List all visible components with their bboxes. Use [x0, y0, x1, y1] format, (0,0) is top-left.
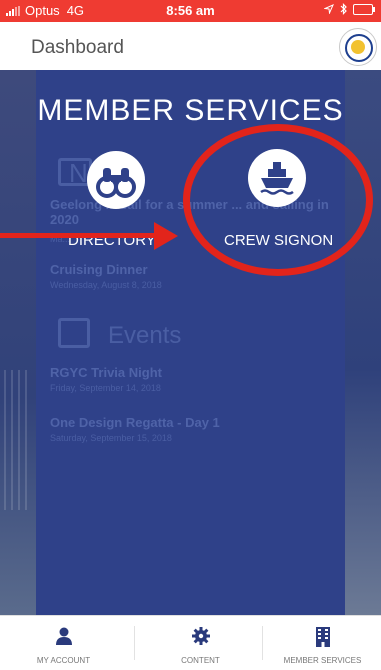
event-title[interactable]: RGYC Trivia Night	[50, 365, 162, 380]
tab-label: CONTENT	[181, 656, 220, 665]
tab-member-services[interactable]: MEMBER SERVICES	[264, 616, 381, 670]
building-icon	[315, 627, 330, 647]
event-date: Saturday, September 15, 2018	[50, 433, 172, 443]
tab-bar: MY ACCOUNT CONTENT MEMBER SERVICES	[0, 615, 381, 670]
tab-label: MEMBER SERVICES	[283, 656, 362, 665]
news-item-date: Wednesday, August 8, 2018	[50, 280, 162, 290]
calendar-icon	[58, 318, 90, 348]
page-title: Dashboard	[31, 37, 124, 58]
binoculars-icon	[96, 168, 136, 198]
directory-button[interactable]	[87, 151, 145, 209]
annotation-arrow-shaft	[0, 233, 158, 238]
status-bar: Optus 4G 8:56 am	[0, 0, 381, 22]
tab-content[interactable]: CONTENT	[137, 616, 264, 670]
news-item-title[interactable]: Cruising Dinner	[50, 262, 148, 277]
bluetooth-icon	[340, 3, 347, 15]
event-date: Friday, September 14, 2018	[50, 383, 161, 393]
person-icon	[55, 627, 72, 645]
battery-icon	[353, 3, 375, 15]
tab-label: MY ACCOUNT	[36, 656, 91, 665]
location-icon	[324, 4, 334, 14]
tab-my-account[interactable]: MY ACCOUNT	[0, 616, 127, 670]
event-title[interactable]: One Design Regatta - Day 1	[50, 415, 220, 430]
events-header: Events	[108, 322, 182, 349]
member-services-title: MEMBER SERVICES	[37, 94, 344, 127]
highlight-ring	[183, 124, 373, 276]
gear-icon	[191, 627, 210, 645]
yacht-club-crest-icon[interactable]	[339, 28, 377, 66]
annotation-arrow-head	[154, 222, 178, 250]
nav-bar: Dashboard	[0, 22, 381, 70]
